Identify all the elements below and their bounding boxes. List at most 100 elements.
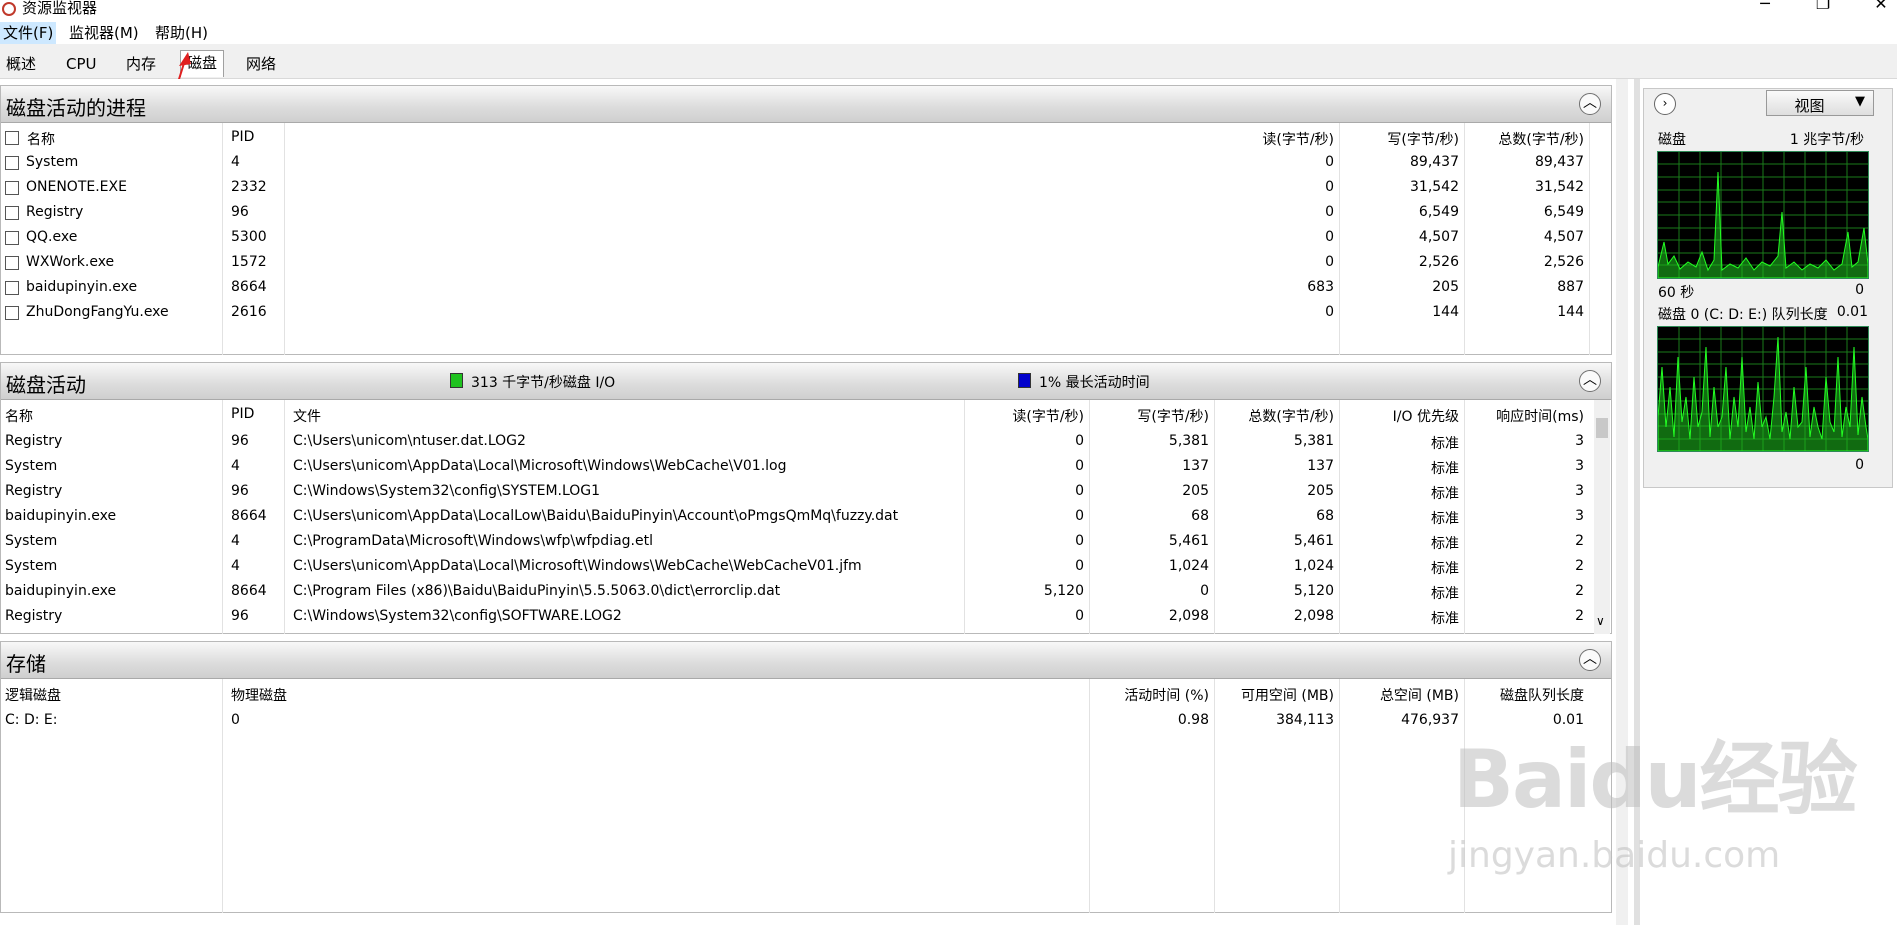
activity-total: 137 xyxy=(1307,458,1334,474)
col-total[interactable]: 总数(字节/秒) xyxy=(1211,406,1334,426)
col-physical-disk[interactable]: 物理磁盘 xyxy=(231,685,287,705)
storage-physical-disk: 0 xyxy=(231,712,240,728)
collapse-chevron-up-icon[interactable]: ︿ xyxy=(1579,649,1601,671)
process-checkbox[interactable] xyxy=(5,156,19,170)
title-bar: 资源监视器 ─ ❐ ✕ xyxy=(0,0,1897,22)
restore-icon[interactable]: ❐ xyxy=(1800,0,1846,16)
tab-cpu[interactable]: CPU xyxy=(60,52,103,76)
activity-pid: 4 xyxy=(231,458,240,474)
process-checkbox[interactable] xyxy=(5,206,19,220)
process-name[interactable]: Registry xyxy=(26,204,83,220)
scrollbar-thumb[interactable] xyxy=(1596,418,1608,438)
process-checkbox[interactable] xyxy=(5,281,19,295)
activity-name[interactable]: baidupinyin.exe xyxy=(5,508,116,524)
minimize-icon[interactable]: ─ xyxy=(1742,0,1788,16)
process-checkbox[interactable] xyxy=(5,256,19,270)
activity-scrollbar[interactable]: ∨ xyxy=(1594,400,1610,634)
collapse-chevron-up-icon[interactable]: ︿ xyxy=(1579,93,1601,115)
process-pid: 8664 xyxy=(231,279,267,295)
activity-pid: 96 xyxy=(231,608,249,624)
activity-name[interactable]: Registry xyxy=(5,608,62,624)
activity-read: 0 xyxy=(1075,458,1084,474)
activity-read: 0 xyxy=(1075,483,1084,499)
activity-name[interactable]: Registry xyxy=(5,483,62,499)
col-read[interactable]: 读(字节/秒) xyxy=(1201,129,1334,149)
col-total[interactable]: 总数(字节/秒) xyxy=(1466,129,1584,149)
activity-name[interactable]: System xyxy=(5,533,57,549)
collapse-chevron-up-icon[interactable]: ︿ xyxy=(1579,370,1601,392)
activity-file: C:\Program Files (x86)\Baidu\BaiduPinyin… xyxy=(293,583,781,599)
process-checkbox[interactable] xyxy=(5,181,19,195)
process-checkbox[interactable] xyxy=(5,306,19,320)
activity-name[interactable]: System xyxy=(5,458,57,474)
activity-write: 5,381 xyxy=(1168,433,1209,449)
col-free-space[interactable]: 可用空间 (MB) xyxy=(1211,685,1334,705)
activity-pid: 96 xyxy=(231,483,249,499)
process-name[interactable]: WXWork.exe xyxy=(26,254,114,270)
activity-write: 205 xyxy=(1182,483,1209,499)
process-checkbox[interactable] xyxy=(5,231,19,245)
tab-bar: 概述 CPU 内存 磁盘 网络 xyxy=(0,44,1897,79)
graph1-time: 60 秒 xyxy=(1658,285,1695,301)
menu-file[interactable]: 文件(F) xyxy=(0,22,57,44)
process-name[interactable]: baidupinyin.exe xyxy=(26,279,137,295)
process-name[interactable]: QQ.exe xyxy=(26,229,77,245)
activity-total: 205 xyxy=(1307,483,1334,499)
panel-header[interactable]: 磁盘活动 313 千字节/秒磁盘 I/O 1% 最长活动时间 ︿ xyxy=(1,363,1611,400)
col-queue-length[interactable]: 磁盘队列长度 xyxy=(1461,685,1584,705)
col-io-priority[interactable]: I/O 优先级 xyxy=(1336,406,1459,426)
storage-free-space: 384,113 xyxy=(1276,712,1334,728)
storage-logical-disk: C: D: E: xyxy=(5,712,58,728)
col-write[interactable]: 写(字节/秒) xyxy=(1341,129,1459,149)
graph1-min: 0 xyxy=(1855,282,1864,298)
expand-chevron-right-icon[interactable]: › xyxy=(1654,93,1676,115)
activity-io-priority: 标准 xyxy=(1431,511,1459,527)
col-file[interactable]: 文件 xyxy=(293,406,321,426)
col-pid[interactable]: PID xyxy=(231,129,254,145)
process-name[interactable]: ONENOTE.EXE xyxy=(26,179,127,195)
baidu-watermark: Baidu经验 xyxy=(1453,733,1858,826)
activity-read: 5,120 xyxy=(1043,583,1084,599)
col-write[interactable]: 写(字节/秒) xyxy=(1086,406,1209,426)
col-logical-disk[interactable]: 逻辑磁盘 xyxy=(5,685,61,705)
close-icon[interactable]: ✕ xyxy=(1858,0,1897,16)
activity-file: C:\Users\unicom\AppData\Local\Microsoft\… xyxy=(293,458,787,474)
menu-help[interactable]: 帮助(H) xyxy=(152,22,211,44)
activity-name[interactable]: System xyxy=(5,558,57,574)
main-content: 磁盘活动的进程 ︿ 名称 PID 读(字节/秒) 写(字节/秒) 总数(字节/秒… xyxy=(0,79,1628,925)
menu-monitor[interactable]: 监视器(M) xyxy=(66,22,142,44)
process-write: 2,526 xyxy=(1418,254,1459,270)
window-title: 资源监视器 xyxy=(22,0,98,17)
activity-name[interactable]: Registry xyxy=(5,433,62,449)
activity-pid: 8664 xyxy=(231,508,267,524)
activity-write: 2,098 xyxy=(1168,608,1209,624)
process-read: 0 xyxy=(1325,304,1334,320)
process-total: 4,507 xyxy=(1543,229,1584,245)
panel-header[interactable]: 磁盘活动的进程 ︿ xyxy=(1,86,1611,123)
view-dropdown[interactable]: 视图 ▼ xyxy=(1766,90,1874,116)
activity-file: C:\Windows\System32\config\SYSTEM.LOG1 xyxy=(293,483,601,499)
activity-io-priority: 标准 xyxy=(1431,611,1459,627)
panel-header[interactable]: 存储 ︿ xyxy=(1,642,1611,679)
process-pid: 4 xyxy=(231,154,240,170)
process-write: 6,549 xyxy=(1418,204,1459,220)
col-total-space[interactable]: 总空间 (MB) xyxy=(1336,685,1459,705)
activity-pid: 4 xyxy=(231,533,240,549)
process-total: 89,437 xyxy=(1535,154,1584,170)
process-name[interactable]: System xyxy=(26,154,78,170)
col-active-time[interactable]: 活动时间 (%) xyxy=(1086,685,1209,705)
col-pid[interactable]: PID xyxy=(231,406,254,422)
tab-overview[interactable]: 概述 xyxy=(0,52,42,76)
scroll-down-icon[interactable]: ∨ xyxy=(1596,614,1605,628)
select-all-checkbox[interactable] xyxy=(5,131,19,145)
col-response-time[interactable]: 响应时间(ms) xyxy=(1461,406,1584,426)
tab-network[interactable]: 网络 xyxy=(240,52,282,76)
col-name[interactable]: 名称 xyxy=(5,406,33,426)
process-name[interactable]: ZhuDongFangYu.exe xyxy=(26,304,169,320)
activity-io-priority: 标准 xyxy=(1431,486,1459,502)
activity-total: 5,120 xyxy=(1293,583,1334,599)
col-name[interactable]: 名称 xyxy=(27,129,55,149)
activity-name[interactable]: baidupinyin.exe xyxy=(5,583,116,599)
activity-file: C:\Users\unicom\ntuser.dat.LOG2 xyxy=(293,433,526,449)
col-read[interactable]: 读(字节/秒) xyxy=(961,406,1084,426)
